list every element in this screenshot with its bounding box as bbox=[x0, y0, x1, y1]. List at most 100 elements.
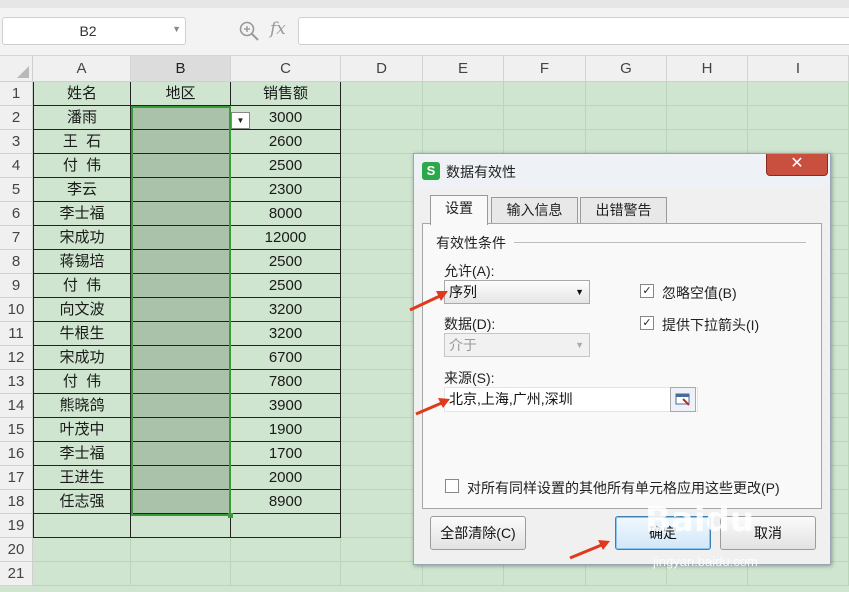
table-cell[interactable]: 7800 bbox=[231, 370, 341, 394]
table-cell[interactable]: 任志强 bbox=[33, 490, 131, 514]
column-header-c[interactable]: C bbox=[231, 56, 341, 82]
empty-cell[interactable] bbox=[341, 370, 423, 394]
table-cell[interactable]: 蒋锡培 bbox=[33, 250, 131, 274]
table-cell[interactable] bbox=[131, 226, 231, 250]
empty-cell[interactable] bbox=[341, 178, 423, 202]
row-header[interactable]: 8 bbox=[0, 250, 33, 274]
column-header-e[interactable]: E bbox=[423, 56, 504, 82]
empty-cell[interactable] bbox=[131, 538, 231, 562]
empty-cell[interactable] bbox=[341, 154, 423, 178]
table-cell[interactable] bbox=[131, 106, 231, 130]
empty-cell[interactable] bbox=[586, 106, 667, 130]
empty-cell[interactable] bbox=[423, 562, 504, 586]
row-header[interactable]: 1 bbox=[0, 82, 33, 106]
empty-cell[interactable] bbox=[341, 514, 423, 538]
row-header[interactable]: 6 bbox=[0, 202, 33, 226]
table-cell[interactable] bbox=[131, 370, 231, 394]
table-cell[interactable]: 12000 bbox=[231, 226, 341, 250]
empty-cell[interactable] bbox=[341, 538, 423, 562]
table-cell[interactable]: 李士福 bbox=[33, 442, 131, 466]
empty-cell[interactable] bbox=[586, 82, 667, 106]
empty-cell[interactable] bbox=[341, 418, 423, 442]
row-header[interactable]: 19 bbox=[0, 514, 33, 538]
empty-cell[interactable] bbox=[341, 130, 423, 154]
ignore-blank-checkbox[interactable]: ✓ bbox=[640, 284, 654, 298]
fill-handle[interactable] bbox=[228, 513, 233, 518]
table-cell[interactable]: 2500 bbox=[231, 250, 341, 274]
table-cell[interactable]: 2500 bbox=[231, 154, 341, 178]
table-cell[interactable]: 王进生 bbox=[33, 466, 131, 490]
range-select-button[interactable] bbox=[670, 387, 696, 412]
empty-cell[interactable] bbox=[667, 106, 748, 130]
row-header[interactable]: 16 bbox=[0, 442, 33, 466]
zoom-icon[interactable] bbox=[238, 20, 260, 42]
close-button[interactable]: ✕ bbox=[766, 154, 828, 176]
empty-cell[interactable] bbox=[748, 130, 849, 154]
table-cell[interactable]: 8000 bbox=[231, 202, 341, 226]
table-cell[interactable] bbox=[131, 274, 231, 298]
name-box[interactable]: B2 ▼ bbox=[2, 17, 186, 45]
row-header[interactable]: 9 bbox=[0, 274, 33, 298]
tab-input-message[interactable]: 输入信息 bbox=[491, 197, 578, 223]
table-cell[interactable] bbox=[231, 514, 341, 538]
table-cell[interactable]: 1700 bbox=[231, 442, 341, 466]
empty-cell[interactable] bbox=[341, 250, 423, 274]
row-header[interactable]: 3 bbox=[0, 130, 33, 154]
column-header-d[interactable]: D bbox=[341, 56, 423, 82]
table-cell[interactable] bbox=[131, 418, 231, 442]
table-cell[interactable] bbox=[33, 514, 131, 538]
table-cell[interactable]: 2600 bbox=[231, 130, 341, 154]
dropdown-arrow-checkbox[interactable]: ✓ bbox=[640, 316, 654, 330]
row-header[interactable]: 11 bbox=[0, 322, 33, 346]
empty-cell[interactable] bbox=[504, 106, 586, 130]
table-cell[interactable] bbox=[131, 346, 231, 370]
row-header[interactable]: 7 bbox=[0, 226, 33, 250]
empty-cell[interactable] bbox=[341, 490, 423, 514]
empty-cell[interactable] bbox=[667, 82, 748, 106]
row-header[interactable]: 17 bbox=[0, 466, 33, 490]
empty-cell[interactable] bbox=[231, 538, 341, 562]
empty-cell[interactable] bbox=[341, 202, 423, 226]
empty-cell[interactable] bbox=[33, 538, 131, 562]
empty-cell[interactable] bbox=[131, 562, 231, 586]
column-header-b[interactable]: B bbox=[131, 56, 231, 82]
table-cell[interactable]: 3900 bbox=[231, 394, 341, 418]
empty-cell[interactable] bbox=[748, 82, 849, 106]
column-header-f[interactable]: F bbox=[504, 56, 586, 82]
column-header-h[interactable]: H bbox=[667, 56, 748, 82]
empty-cell[interactable] bbox=[504, 130, 586, 154]
table-cell[interactable]: 8900 bbox=[231, 490, 341, 514]
empty-cell[interactable] bbox=[667, 130, 748, 154]
fx-icon[interactable]: fx bbox=[270, 19, 286, 39]
empty-cell[interactable] bbox=[423, 82, 504, 106]
data-select[interactable]: 介于 ▼ bbox=[444, 333, 590, 357]
row-header[interactable]: 5 bbox=[0, 178, 33, 202]
empty-cell[interactable] bbox=[341, 82, 423, 106]
row-header[interactable]: 13 bbox=[0, 370, 33, 394]
empty-cell[interactable] bbox=[586, 130, 667, 154]
clear-all-button[interactable]: 全部清除(C) bbox=[430, 516, 526, 550]
table-cell[interactable]: 1900 bbox=[231, 418, 341, 442]
table-cell[interactable] bbox=[131, 298, 231, 322]
empty-cell[interactable] bbox=[341, 442, 423, 466]
empty-cell[interactable] bbox=[33, 562, 131, 586]
empty-cell[interactable] bbox=[504, 82, 586, 106]
empty-cell[interactable] bbox=[341, 394, 423, 418]
empty-cell[interactable] bbox=[341, 346, 423, 370]
table-cell[interactable]: 付 伟 bbox=[33, 370, 131, 394]
table-cell[interactable]: 付 伟 bbox=[33, 274, 131, 298]
table-cell[interactable]: 3200 bbox=[231, 322, 341, 346]
allow-select[interactable]: 序列 ▼ bbox=[444, 280, 590, 304]
table-cell[interactable]: 宋成功 bbox=[33, 226, 131, 250]
row-header[interactable]: 20 bbox=[0, 538, 33, 562]
table-cell[interactable] bbox=[131, 442, 231, 466]
table-cell[interactable]: 潘雨 bbox=[33, 106, 131, 130]
empty-cell[interactable] bbox=[748, 106, 849, 130]
column-header-i[interactable]: I bbox=[748, 56, 849, 82]
column-title-cell[interactable]: 姓名 bbox=[33, 82, 131, 106]
table-cell[interactable] bbox=[131, 250, 231, 274]
table-cell[interactable]: 付 伟 bbox=[33, 154, 131, 178]
column-title-cell[interactable]: 地区 bbox=[131, 82, 231, 106]
empty-cell[interactable] bbox=[341, 466, 423, 490]
cell-dropdown-button[interactable]: ▼ bbox=[231, 112, 250, 129]
